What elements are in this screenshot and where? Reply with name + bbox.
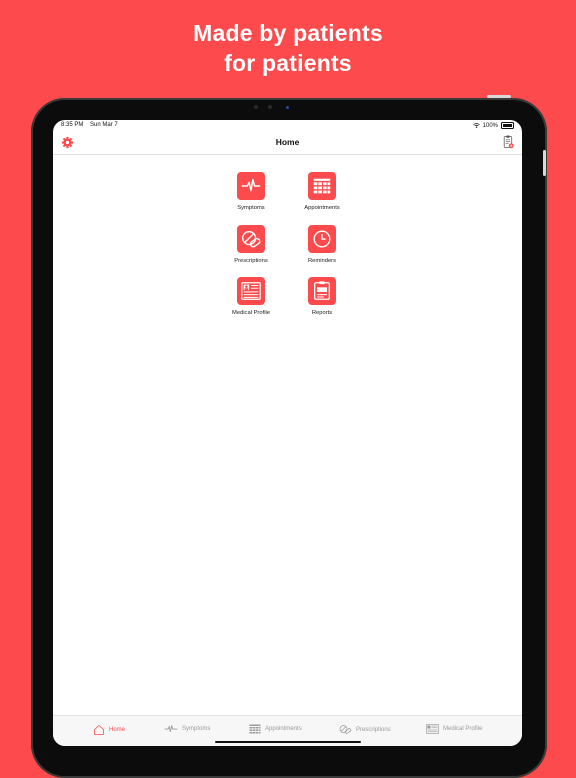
tab-label: Prescriptions — [356, 726, 391, 733]
headline-line-1: Made by patients — [193, 20, 383, 46]
tile-reminders[interactable]: Reminders — [282, 225, 362, 264]
battery-icon — [501, 122, 514, 129]
tab-prescriptions[interactable]: Prescriptions — [339, 724, 391, 735]
report-clipboard-icon[interactable] — [503, 135, 514, 149]
home-indicator[interactable] — [215, 740, 361, 743]
tab-appointments[interactable]: Appointments — [249, 724, 302, 734]
tile-medical-profile[interactable]: Medical Profile — [211, 277, 291, 316]
profile-card-icon — [241, 282, 261, 300]
status-bar: 8:35 PM Sun Mar 7 100% — [53, 120, 522, 132]
sensor-dot — [268, 105, 272, 109]
tile-label: Reports — [311, 310, 333, 316]
tile-label: Prescriptions — [234, 258, 268, 264]
wifi-icon — [472, 123, 480, 128]
status-time: 8:35 PM — [61, 122, 84, 128]
tab-bar: Home Symptoms Appointments Prescriptions… — [53, 715, 522, 746]
tile-prescriptions[interactable]: Prescriptions — [211, 225, 291, 264]
tile-reports[interactable]: Reports — [282, 277, 362, 316]
tab-home[interactable]: Home — [93, 724, 125, 736]
tab-label: Medical Profile — [443, 726, 483, 732]
calendar-grid-icon — [313, 178, 331, 194]
battery-percent: 100% — [482, 122, 498, 129]
pills-icon — [242, 230, 261, 248]
sensor-dot — [254, 105, 258, 109]
pulse-icon — [241, 178, 261, 192]
clock-icon — [313, 230, 331, 248]
navigation-bar: Home — [53, 132, 522, 155]
profile-card-icon — [426, 724, 439, 734]
home-icon — [94, 725, 104, 735]
calendar-grid-icon — [249, 724, 261, 734]
tab-medical-profile[interactable]: Medical Profile — [426, 724, 482, 734]
tab-label: Symptoms — [182, 726, 211, 732]
pills-icon — [339, 725, 352, 734]
headline-line-2: for patients — [224, 50, 352, 76]
status-date: Sun Mar 7 — [90, 122, 118, 128]
tile-label: Reminders — [307, 258, 337, 264]
tab-label: Home — [109, 727, 126, 733]
app-screen: 8:35 PM Sun Mar 7 100% Home Symptoms App… — [53, 120, 522, 746]
tile-label: Medical Profile — [231, 310, 271, 316]
tile-symptoms[interactable]: Symptoms — [211, 172, 291, 211]
pulse-icon — [164, 725, 178, 733]
tab-symptoms[interactable]: Symptoms — [164, 724, 210, 734]
tab-label: Appointments — [265, 726, 302, 732]
page-title: Home — [275, 137, 300, 147]
side-button — [543, 150, 546, 176]
front-camera — [286, 106, 289, 109]
tile-appointments[interactable]: Appointments — [282, 172, 362, 211]
report-icon — [314, 281, 330, 300]
tile-label: Symptoms — [237, 205, 265, 211]
volume-button — [487, 95, 511, 98]
marketing-headline: Made by patients for patients — [0, 18, 576, 78]
tile-label: Appointments — [304, 205, 340, 211]
